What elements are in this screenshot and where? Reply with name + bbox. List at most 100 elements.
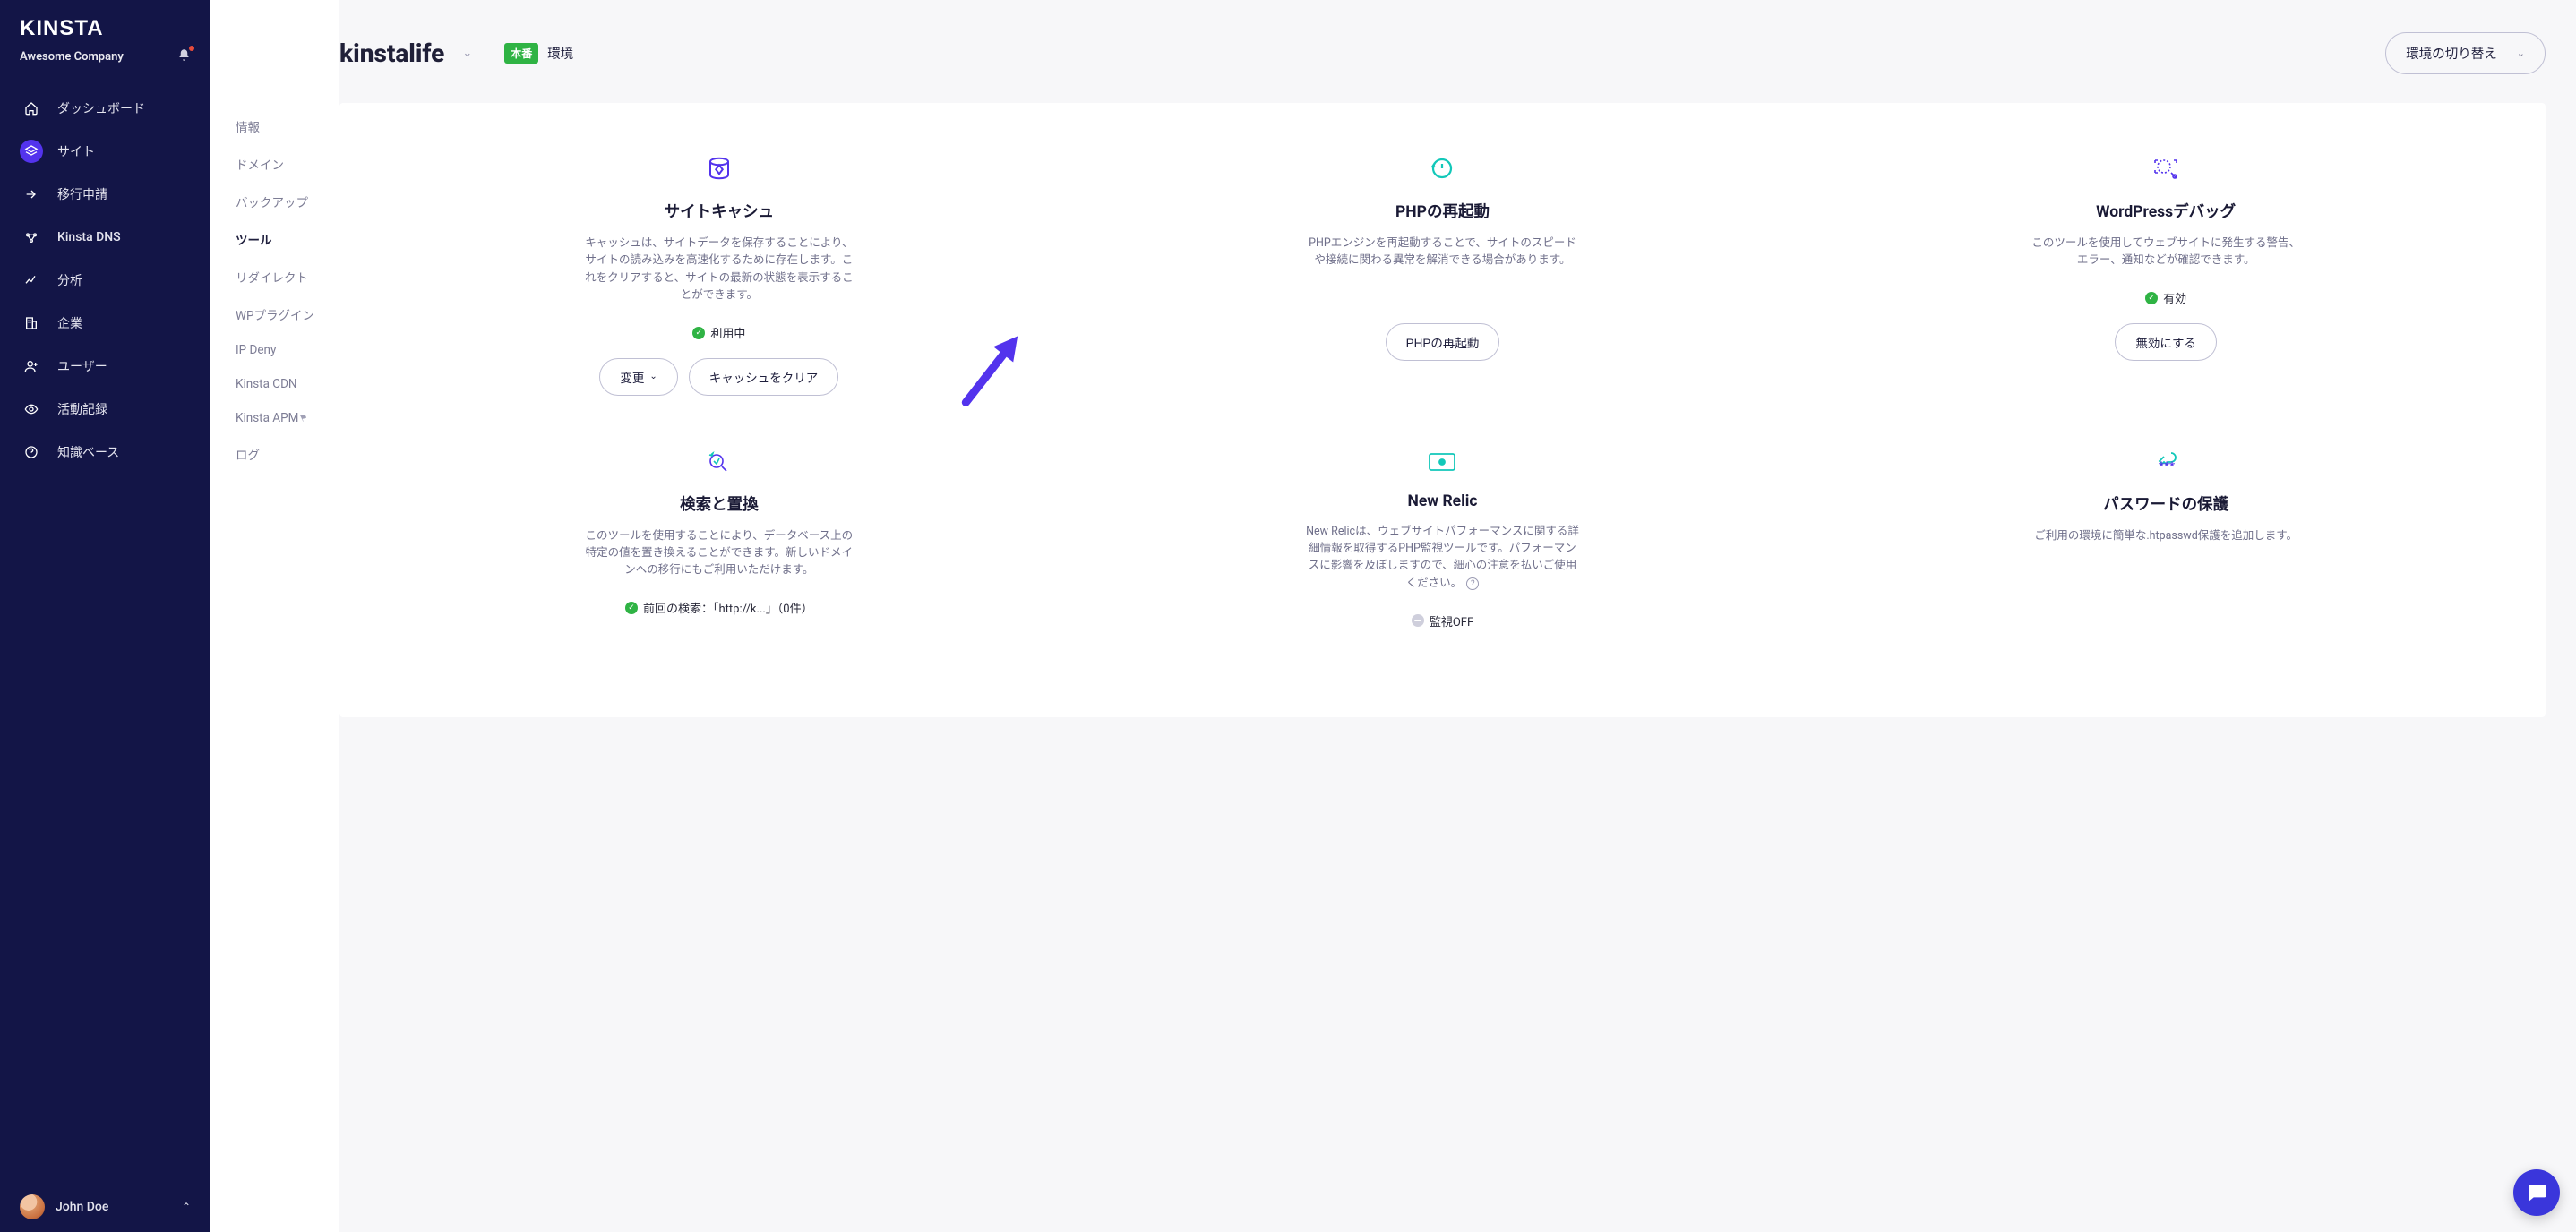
avatar: [20, 1194, 45, 1219]
dns-icon: [24, 230, 39, 244]
check-icon: ✓: [692, 327, 705, 339]
card-wp-debug: WordPressデバッグ このツールを使用してウェブサイトに発生する警告、エラ…: [1804, 139, 2528, 432]
status-text: 有効: [2163, 289, 2186, 306]
nav-sites[interactable]: サイト: [0, 130, 210, 173]
card-title: パスワードの保護: [2103, 492, 2228, 515]
restart-icon: [1429, 153, 1455, 184]
card-desc: キャッシュは、サイトデータを保存することにより、サイトの読み込みを高速化するため…: [580, 235, 858, 304]
card-new-relic: New Relic New Relicは、ウェブサイトパフォーマンスに関する詳細…: [1081, 432, 1805, 682]
subnav-apm[interactable]: Kinsta APM⚑: [210, 401, 339, 435]
building-icon: [24, 316, 39, 330]
chevron-down-icon: ⌄: [2517, 47, 2525, 59]
nav-label: ダッシュボード: [57, 99, 145, 117]
cache-icon: [706, 153, 733, 184]
subnav-plugins[interactable]: WPプラグイン: [210, 295, 339, 333]
php-restart-button[interactable]: PHPの再起動: [1386, 323, 1500, 361]
status-row: 監視OFF: [1412, 612, 1473, 629]
nav-migrations[interactable]: 移行申請: [0, 173, 210, 216]
search-replace-icon: [705, 446, 734, 476]
nav-analytics[interactable]: 分析: [0, 259, 210, 302]
cache-change-button[interactable]: 変更⌄: [599, 358, 677, 396]
subnav-cdn[interactable]: Kinsta CDN: [210, 367, 339, 401]
nav-dashboard[interactable]: ダッシュボード: [0, 87, 210, 130]
env-badge: 本番: [504, 43, 538, 64]
card-desc: ご利用の環境に簡単な.htpasswd保護を追加します。: [2034, 527, 2297, 544]
nav-dns[interactable]: Kinsta DNS: [0, 216, 210, 259]
minus-icon: [1412, 614, 1424, 627]
status-text: 前回の検索：「http://k...」（0件）: [643, 599, 813, 616]
site-selector-chevron-icon[interactable]: ⌄: [462, 47, 472, 60]
subnav-backups[interactable]: バックアップ: [210, 183, 339, 220]
subnav-info[interactable]: 情報: [210, 107, 339, 145]
subnav-domains[interactable]: ドメイン: [210, 145, 339, 183]
nav-label: 企業: [57, 314, 82, 332]
check-icon: ✓: [2145, 292, 2158, 304]
site-subnav: 情報 ドメイン バックアップ ツール リダイレクト WPプラグイン IP Den…: [210, 0, 339, 1232]
arrow-right-icon: [24, 187, 39, 201]
user-menu[interactable]: John Doe ⌃: [0, 1182, 210, 1232]
env-label: 環境: [547, 44, 573, 63]
card-title: WordPressデバッグ: [2096, 200, 2236, 222]
primary-nav: ダッシュボード サイト 移行申請 Kinsta DNS 分析 企業 ユーザー: [0, 87, 210, 1182]
card-desc: PHPエンジンを再起動することで、サイトのスピードや接続に関わる異常を解消できる…: [1303, 235, 1581, 270]
subnav-logs[interactable]: ログ: [210, 435, 339, 473]
user-plus-icon: [24, 359, 39, 373]
main-sidebar: KINSTA Awesome Company ダッシュボード サイト 移行申請 …: [0, 0, 210, 1232]
company-name: Awesome Company: [20, 50, 124, 64]
nav-activity[interactable]: 活動記録: [0, 388, 210, 431]
subnav-redirects[interactable]: リダイレクト: [210, 258, 339, 295]
svg-text:***: ***: [2159, 460, 2175, 474]
clear-cache-button[interactable]: キャッシュをクリア: [689, 358, 839, 396]
chevron-down-icon: ⌄: [649, 372, 657, 381]
card-php-restart: PHPの再起動 PHPエンジンを再起動することで、サイトのスピードや接続に関わる…: [1081, 139, 1805, 432]
password-icon: ***: [2148, 446, 2184, 476]
nav-label: Kinsta DNS: [57, 230, 121, 244]
main-content: kinstalife ⌄ 本番 環境 環境の切り替え ⌄ サイトキャシュ キャッ…: [339, 0, 2576, 1232]
status-text: 利用中: [710, 324, 745, 341]
card-site-cache: サイトキャシュ キャッシュは、サイトデータを保存することにより、サイトの読み込み…: [357, 139, 1081, 432]
status-text: 監視OFF: [1430, 612, 1473, 629]
nav-knowledge[interactable]: 知識ベース: [0, 431, 210, 474]
user-name: John Doe: [56, 1200, 108, 1214]
nav-label: 分析: [57, 271, 82, 289]
info-icon[interactable]: ?: [1466, 578, 1479, 590]
nav-label: 移行申請: [57, 185, 107, 203]
subnav-ipdeny[interactable]: IP Deny: [210, 333, 339, 367]
nav-users[interactable]: ユーザー: [0, 345, 210, 388]
card-search-replace: 検索と置換 このツールを使用することにより、データベース上の特定の値を置き換える…: [357, 432, 1081, 682]
flag-icon: ⚑: [299, 413, 311, 425]
nav-company[interactable]: 企業: [0, 302, 210, 345]
card-title: New Relic: [1407, 492, 1477, 510]
chat-icon: [2525, 1181, 2548, 1204]
status-row: ✓ 有効: [2145, 289, 2186, 307]
layers-icon: [24, 144, 39, 158]
card-title: PHPの再起動: [1395, 200, 1490, 222]
subnav-tools[interactable]: ツール: [210, 220, 339, 258]
tools-panel: サイトキャシュ キャッシュは、サイトデータを保存することにより、サイトの読み込み…: [339, 103, 2546, 717]
card-desc: New Relicは、ウェブサイトパフォーマンスに関する詳細情報を取得するPHP…: [1303, 523, 1581, 593]
status-row: ✓ 利用中: [692, 324, 745, 342]
chart-icon: [24, 273, 39, 287]
env-switch-label: 環境の切り替え: [2406, 44, 2497, 63]
nav-label: サイト: [57, 142, 95, 160]
card-title: 検索と置換: [680, 492, 759, 515]
card-title: サイトキャシュ: [665, 200, 775, 222]
card-password-protect: *** パスワードの保護 ご利用の環境に簡単な.htpasswd保護を追加します…: [1804, 432, 2528, 682]
site-title: kinstalife: [339, 38, 444, 68]
nav-label: 知識ベース: [57, 443, 119, 461]
question-icon: [24, 445, 39, 459]
nav-label: 活動記録: [57, 400, 107, 418]
site-header: kinstalife ⌄ 本番 環境 環境の切り替え ⌄: [339, 0, 2576, 103]
home-icon: [24, 101, 39, 116]
eye-icon: [24, 402, 39, 416]
env-switch-button[interactable]: 環境の切り替え ⌄: [2385, 32, 2546, 74]
check-icon: ✓: [625, 602, 638, 614]
debug-disable-button[interactable]: 無効にする: [2115, 323, 2217, 361]
card-desc: このツールを使用してウェブサイトに発生する警告、エラー、通知などが確認できます。: [2027, 235, 2305, 270]
card-desc: このツールを使用することにより、データベース上の特定の値を置き換えることができま…: [580, 527, 858, 579]
brand-logo: KINSTA: [0, 16, 210, 48]
new-relic-icon: [1426, 446, 1458, 476]
chat-launcher[interactable]: [2513, 1169, 2560, 1216]
notification-bell-icon[interactable]: [177, 48, 191, 65]
status-row: ✓ 前回の検索：「http://k...」（0件）: [625, 599, 813, 617]
